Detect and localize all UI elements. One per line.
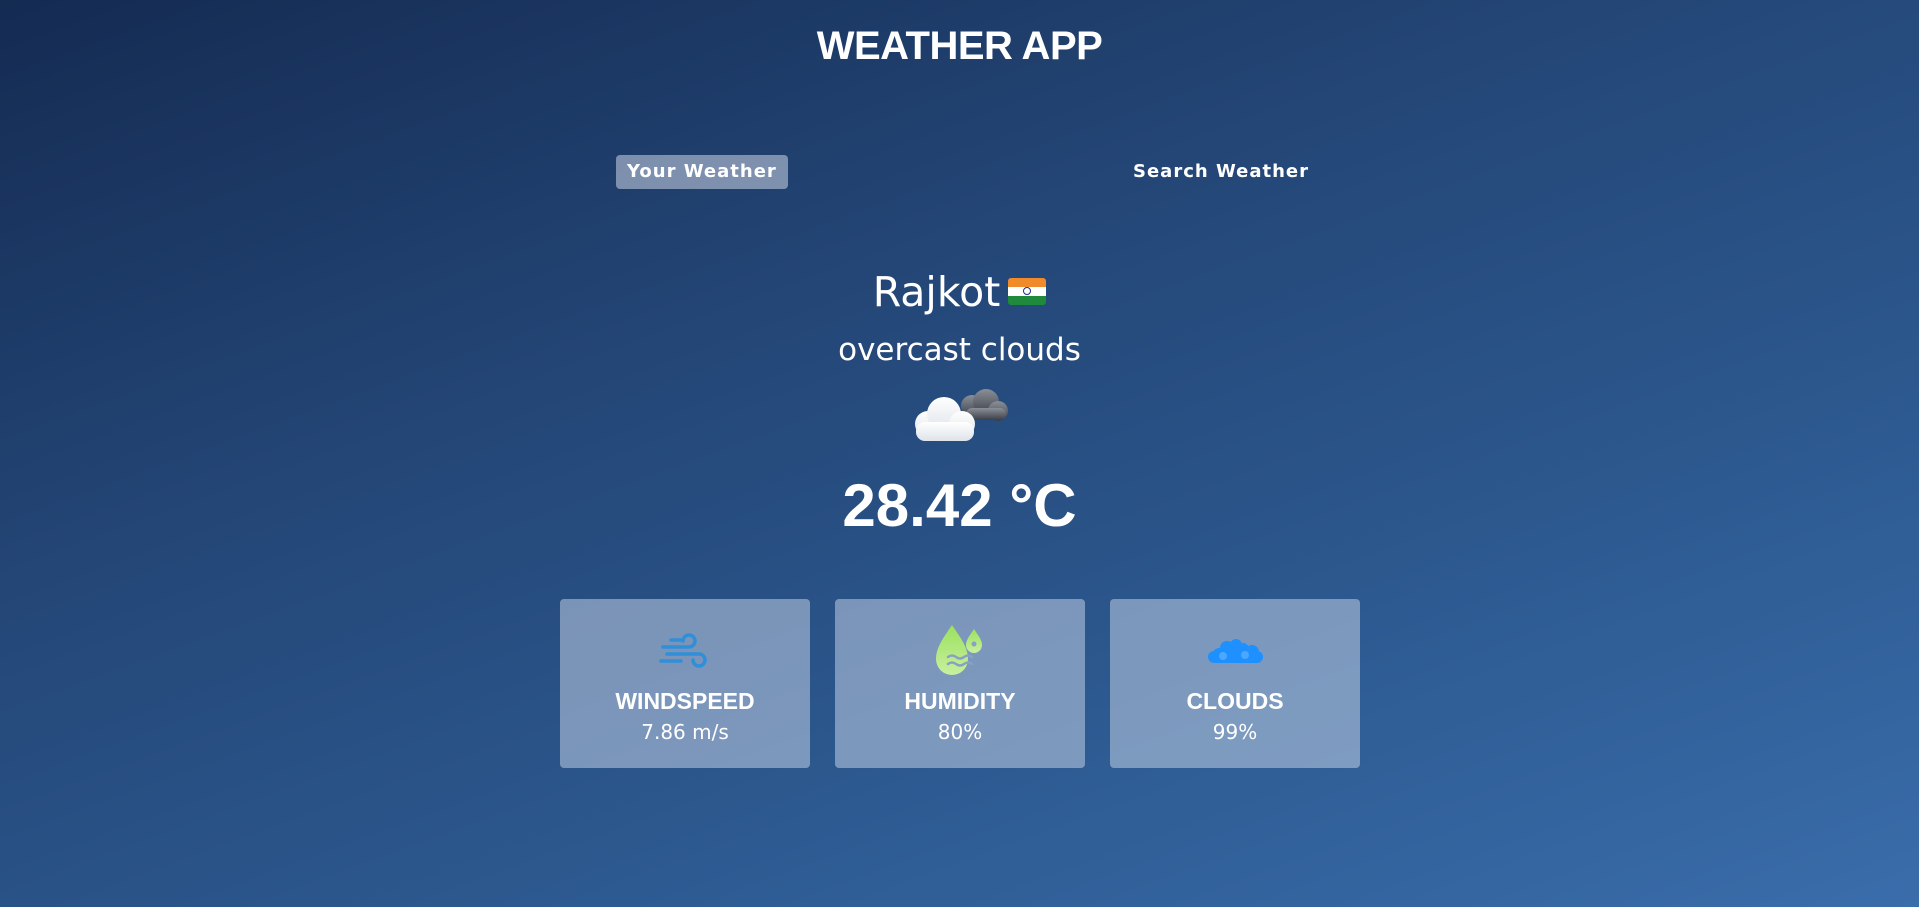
clouds-value: 99% xyxy=(1212,720,1258,744)
windspeed-card: WINDSPEED 7.86 m/s xyxy=(560,599,810,768)
india-flag-icon xyxy=(1008,277,1047,305)
wind-icon xyxy=(659,633,707,668)
clouds-card: CLOUDS 99% xyxy=(1110,599,1360,768)
clouds-icon xyxy=(1208,639,1263,663)
tab-bar: Your Weather Search Weather xyxy=(0,155,1919,191)
humidity-label: HUMIDITY xyxy=(904,688,1016,714)
app-title: WEATHER APP xyxy=(816,24,1103,68)
weather-description: overcast clouds xyxy=(838,332,1081,368)
windspeed-label: WINDSPEED xyxy=(615,688,755,714)
current-weather: Rajkot overcast clouds 28.42 °C xyxy=(0,262,1919,546)
weather-stats: WINDSPEED 7.86 m/s HUMIDITY 80% CLOUDS 9… xyxy=(560,599,1360,769)
clouds-label: CLOUDS xyxy=(1186,688,1284,714)
overcast-clouds-icon xyxy=(914,389,1008,441)
temperature: 28.42 °C xyxy=(842,472,1077,539)
humidity-card: HUMIDITY 80% xyxy=(835,599,1085,768)
city-row: Rajkot xyxy=(0,262,1919,322)
tab-search-weather[interactable]: Search Weather xyxy=(1122,155,1320,189)
humidity-drops-icon xyxy=(936,625,982,675)
tab-your-weather[interactable]: Your Weather xyxy=(616,155,788,189)
city-name: Rajkot xyxy=(872,268,1001,316)
windspeed-value: 7.86 m/s xyxy=(641,720,729,744)
humidity-value: 80% xyxy=(937,720,983,744)
